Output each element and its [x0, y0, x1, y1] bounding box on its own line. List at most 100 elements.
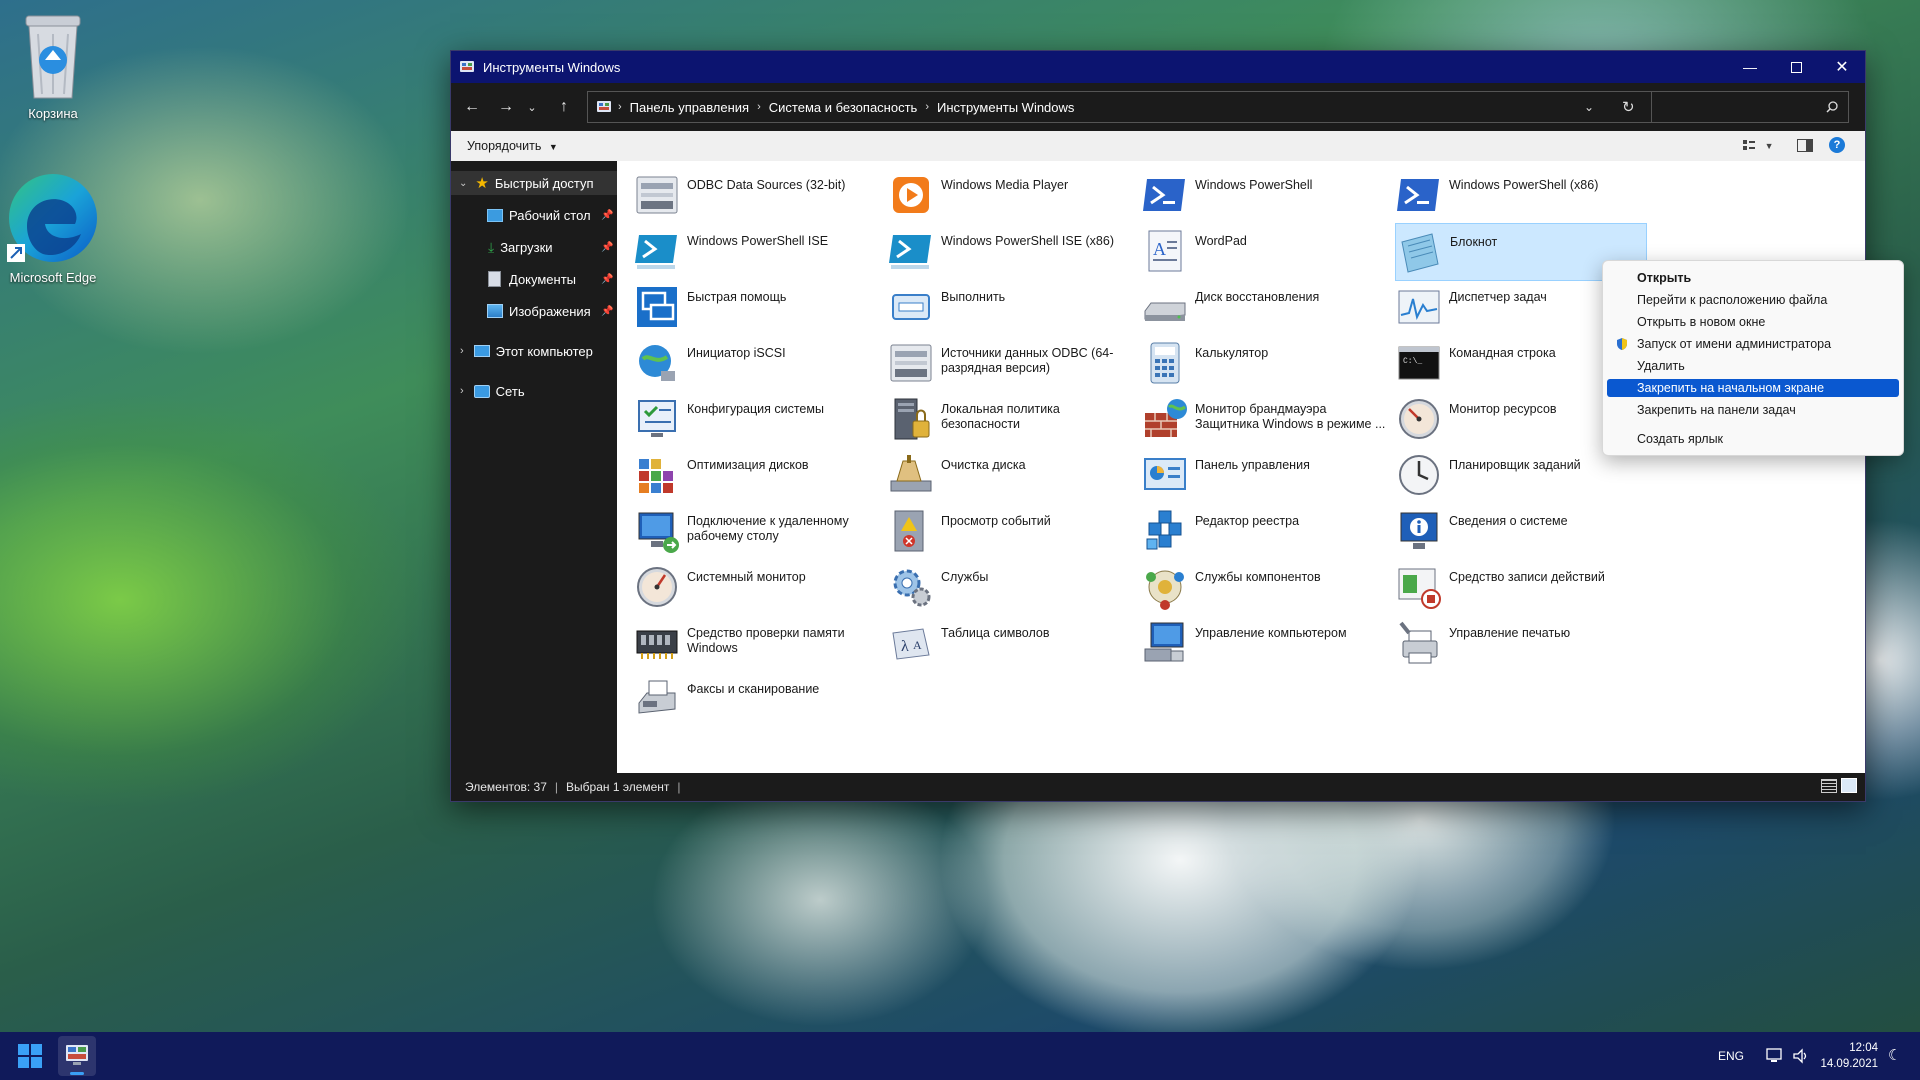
steps-recorder-icon — [1398, 568, 1441, 609]
item-wordpad[interactable]: A WordPad — [1141, 223, 1391, 279]
item-powershell-ise[interactable]: Windows PowerShell ISE — [633, 223, 883, 279]
disk-cleanup-icon — [890, 455, 932, 492]
item-calculator[interactable]: Калькулятор — [1141, 335, 1391, 391]
nav-item-desktop[interactable]: Рабочий стол 📌 — [451, 203, 617, 227]
tiles-view-button[interactable] — [1841, 778, 1857, 793]
clock[interactable]: 12:04 14.09.2021 — [1818, 1040, 1878, 1072]
download-icon: ⤓ — [488, 238, 495, 255]
security-policy-icon — [894, 398, 930, 440]
item-powershell-x86[interactable]: Windows PowerShell (x86) — [1395, 167, 1645, 223]
nav-item-documents[interactable]: Документы 📌 — [451, 267, 617, 291]
taskbar-app-explorer[interactable] — [58, 1036, 96, 1076]
item-registry[interactable]: Редактор реестра — [1141, 503, 1391, 559]
breadcrumb-windows-tools[interactable]: Инструменты Windows — [937, 100, 1074, 115]
breadcrumb-system-security[interactable]: Система и безопасность — [769, 100, 918, 115]
remote-desktop-icon — [638, 512, 679, 553]
forward-button[interactable]: → — [493, 95, 519, 119]
notifications-button[interactable]: ☾ — [1888, 1046, 1901, 1064]
minimize-button[interactable]: — — [1727, 51, 1773, 83]
network-icon — [473, 384, 490, 398]
item-remote-desktop[interactable]: Подключение к удаленному рабочему столу — [633, 503, 883, 559]
network-tray-button[interactable] — [1766, 1048, 1784, 1067]
item-powershell[interactable]: Windows PowerShell — [1141, 167, 1391, 223]
preview-pane-button[interactable] — [1797, 139, 1813, 155]
nav-label: Сеть — [495, 383, 525, 399]
item-event-viewer[interactable]: Просмотр событий — [887, 503, 1137, 559]
search-box[interactable] — [1651, 91, 1849, 123]
maximize-button[interactable] — [1773, 51, 1819, 83]
item-label: Службы компонентов — [1195, 570, 1321, 584]
help-button[interactable]: ? — [1829, 137, 1845, 153]
item-label: Монитор брандмауэра Защитника Windows в … — [1195, 402, 1386, 431]
recent-locations-button[interactable]: ⌄ — [523, 95, 541, 119]
item-label: Windows PowerShell ISE — [687, 234, 829, 248]
item-iscsi[interactable]: Инициатор iSCSI — [633, 335, 883, 391]
task-scheduler-icon — [1399, 455, 1439, 495]
menu-item-pin-to-start[interactable]: Закрепить на начальном экране — [1607, 379, 1899, 397]
desktop-icon-edge[interactable]: Microsoft Edge — [3, 170, 103, 285]
item-memory-diagnostic[interactable]: Средство проверки памяти Windows — [633, 615, 883, 671]
title-bar[interactable]: Инструменты Windows — ✕ — [451, 51, 1865, 83]
language-indicator[interactable]: ENG — [1718, 1049, 1744, 1063]
sort-button[interactable]: Упорядочить ▼ — [467, 139, 558, 153]
item-firewall[interactable]: Монитор брандмауэра Защитника Windows в … — [1141, 391, 1391, 447]
menu-item-run-as-admin[interactable]: Запуск от имени администратора — [1607, 335, 1899, 353]
close-button[interactable]: ✕ — [1819, 51, 1865, 83]
menu-item-open[interactable]: Открыть — [1607, 269, 1899, 287]
breadcrumb-separator: › — [925, 101, 929, 113]
arrow-right-icon: → — [498, 98, 514, 115]
nav-item-pictures[interactable]: Изображения 📌 — [451, 299, 617, 323]
item-msconfig[interactable]: Конфигурация системы — [633, 391, 883, 447]
item-media-player[interactable]: Windows Media Player — [887, 167, 1137, 223]
item-disk-cleanup[interactable]: Очистка диска — [887, 447, 1137, 503]
item-component-services[interactable]: Службы компонентов — [1141, 559, 1391, 615]
item-defrag[interactable]: Оптимизация дисков — [633, 447, 883, 503]
address-bar[interactable]: › Панель управления › Система и безопасн… — [587, 91, 1655, 123]
breadcrumb-control-panel[interactable]: Панель управления — [630, 100, 749, 115]
item-print-management[interactable]: Управление печатью — [1395, 615, 1645, 671]
item-computer-management[interactable]: Управление компьютером — [1141, 615, 1391, 671]
control-panel-icon — [1144, 458, 1186, 490]
details-view-button[interactable] — [1821, 779, 1837, 793]
refresh-button[interactable]: ↻ — [1622, 98, 1635, 116]
menu-item-delete[interactable]: Удалить — [1607, 357, 1899, 375]
item-charmap[interactable]: λA Таблица символов — [887, 615, 1137, 671]
nav-label: Этот компьютер — [495, 343, 593, 359]
caret-down-icon: ▼ — [1764, 141, 1774, 151]
nav-quick-access[interactable]: ⌄ ★ Быстрый доступ — [451, 171, 617, 195]
item-powershell-ise-x86[interactable]: Windows PowerShell ISE (x86) — [887, 223, 1137, 279]
back-button[interactable]: ← — [459, 95, 485, 119]
memory-diagnostic-icon — [636, 630, 678, 659]
item-run[interactable]: Выполнить — [887, 279, 1137, 335]
item-count: Элементов: 37 — [465, 779, 547, 794]
item-services[interactable]: Службы — [887, 559, 1137, 615]
address-dropdown-button[interactable]: ⌄ — [1584, 100, 1594, 114]
item-perfmon[interactable]: Системный монитор — [633, 559, 883, 615]
up-button[interactable]: ↑ — [551, 95, 577, 119]
volume-tray-button[interactable] — [1792, 1048, 1810, 1067]
start-button[interactable] — [18, 1044, 42, 1068]
system-info-icon — [1400, 512, 1438, 549]
item-quick-assist[interactable]: Быстрая помощь — [633, 279, 883, 335]
item-label: Факсы и сканирование — [687, 682, 820, 696]
item-label: Локальная политика безопасности — [941, 402, 1060, 431]
item-security-policy[interactable]: Локальная политика безопасности — [887, 391, 1137, 447]
menu-item-label: Запуск от имени администратора — [1637, 337, 1832, 351]
nav-item-downloads[interactable]: ⤓ Загрузки 📌 — [451, 235, 617, 259]
item-odbc-32[interactable]: ODBC Data Sources (32-bit) — [633, 167, 883, 223]
menu-item-open-file-location[interactable]: Перейти к расположению файла — [1607, 291, 1899, 309]
menu-item-open-new-window[interactable]: Открыть в новом окне — [1607, 313, 1899, 331]
component-services-icon — [1146, 570, 1184, 610]
item-recovery-drive[interactable]: Диск восстановления — [1141, 279, 1391, 335]
item-steps-recorder[interactable]: Средство записи действий — [1395, 559, 1645, 615]
menu-item-pin-to-taskbar[interactable]: Закрепить на панели задач — [1607, 401, 1899, 419]
nav-this-pc[interactable]: › Этот компьютер — [451, 339, 617, 363]
desktop-icon-recycle-bin[interactable]: Корзина — [3, 10, 103, 121]
item-fax-scan[interactable]: Факсы и сканирование — [633, 671, 883, 727]
item-control-panel[interactable]: Панель управления — [1141, 447, 1391, 503]
item-odbc-64[interactable]: Источники данных ODBC (64-разрядная верс… — [887, 335, 1137, 391]
view-options-button[interactable]: ▼ — [1743, 139, 1774, 154]
menu-item-create-shortcut[interactable]: Создать ярлык — [1607, 430, 1899, 448]
item-system-info[interactable]: Сведения о системе — [1395, 503, 1645, 559]
nav-network[interactable]: › Сеть — [451, 379, 617, 403]
